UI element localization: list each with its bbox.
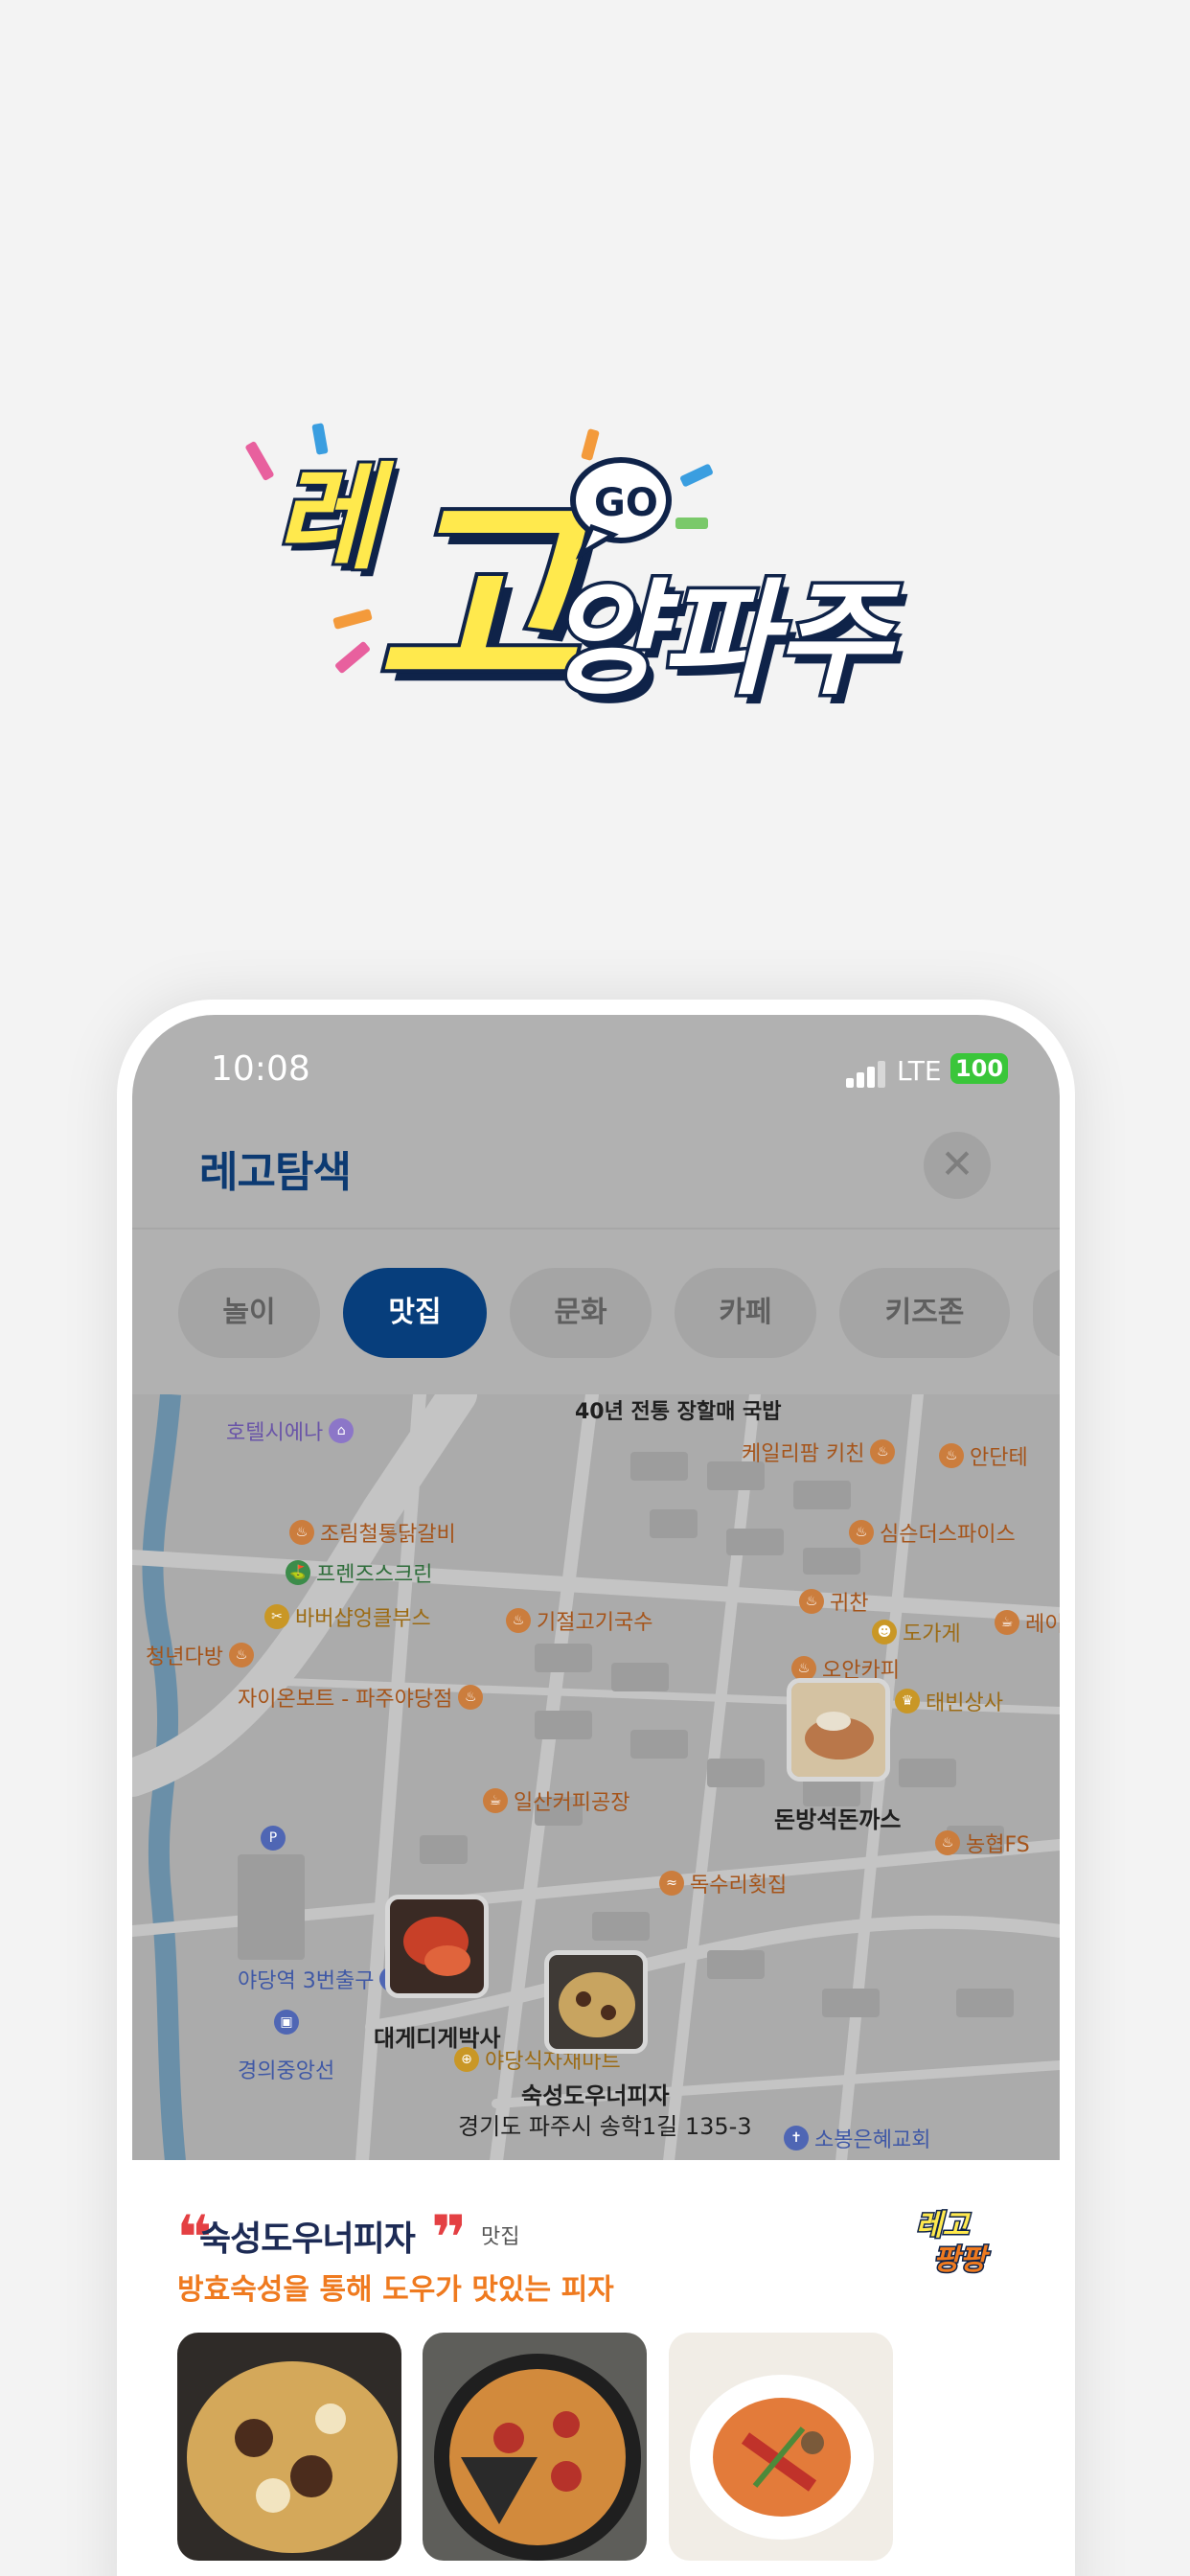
restaurant-icon: ♨ (458, 1685, 484, 1710)
clothing-icon: ♛ (895, 1689, 920, 1714)
restaurant-icon: ♨ (289, 1520, 314, 1545)
cafe-icon: ☕ (483, 1788, 508, 1813)
marker-thumbnail[interactable] (787, 1678, 890, 1782)
svg-text:레고: 레고 (916, 2209, 972, 2242)
mini-logo: 레고 팡팡 (914, 2202, 1010, 2279)
map-poi[interactable]: ♛ 태빈상사 (895, 1686, 1003, 1716)
map-poi[interactable]: ♨ 조림철통닭갈비 (289, 1517, 456, 1548)
barber-icon: ✂ (264, 1604, 289, 1629)
map-poi[interactable]: ♨ 안단테 (939, 1440, 1028, 1471)
place-photo[interactable] (177, 2333, 401, 2561)
golf-icon: ⛳ (286, 1560, 310, 1585)
marker-thumbnail[interactable] (544, 1950, 648, 2054)
logo-graphic: 레 레 고 고 GO 양파주 양파주 (245, 423, 908, 741)
church-icon: ✝ (784, 2126, 809, 2150)
close-icon: ✕ (940, 1140, 974, 1187)
restaurant-icon: ♨ (799, 1589, 824, 1614)
place-detail-sheet: ❝ 숙성도우너피자 ❞ 맛집 방효숙성을 통해 도우가 맛있는 피자 레고 팡팡 (132, 2160, 1060, 2576)
map-poi[interactable]: ☻ 도가게 (872, 1617, 961, 1647)
marker-label[interactable]: 대게디게박사 (374, 2019, 500, 2053)
restaurant-icon: ♨ (935, 1830, 960, 1855)
map-poi[interactable]: ☕ 일산커피공장 (483, 1785, 629, 1816)
hotel-icon: ⌂ (329, 1418, 355, 1443)
map-poi[interactable]: 호텔시에나 ⌂ (226, 1415, 355, 1446)
restaurant-icon: ♨ (849, 1520, 874, 1545)
restaurant-icon: ♨ (506, 1608, 531, 1633)
status-time: 10:08 (211, 1049, 310, 1089)
battery-icon: 100 (950, 1053, 1008, 1084)
tab-cafe[interactable]: 카페 (675, 1268, 816, 1358)
map-poi[interactable]: ♨ 기절고기국수 (506, 1605, 652, 1636)
svg-text:팡팡: 팡팡 (933, 2243, 991, 2277)
app-logo: 레 레 고 고 GO 양파주 양파주 (240, 412, 958, 741)
map-poi[interactable]: 케일리팜 키친 ♨ (742, 1437, 896, 1467)
map-poi[interactable]: ⛳ 프렌즈스크린 (286, 1557, 432, 1588)
logo-text-go: GO (594, 481, 658, 525)
map-poi[interactable]: ✝ 소봉은혜교회 (784, 2123, 930, 2153)
tab-culture[interactable]: 문화 (510, 1268, 652, 1358)
map-poi[interactable]: ♨ 심슨더스파이스 (849, 1517, 1016, 1548)
quote-close-icon: ❞ (431, 2203, 468, 2274)
tab-restaurant[interactable]: 맛집 (343, 1268, 487, 1358)
place-description: 방효숙성을 통해 도우가 맛있는 피자 (177, 2273, 614, 2307)
marker-label[interactable]: 돈방석돈까스 (774, 1801, 901, 1834)
restaurant-icon: ♨ (939, 1443, 964, 1468)
train-icon[interactable]: ▣ (274, 2010, 299, 2035)
parking-icon[interactable]: P (261, 1826, 286, 1851)
place-photo[interactable] (669, 2333, 893, 2561)
marker-thumbnail[interactable] (385, 1895, 489, 1998)
map-poi[interactable]: ♨ 농협FS (935, 1828, 1030, 1858)
place-name: 숙성도우너피자 (199, 2220, 416, 2259)
tab-kidszone[interactable]: 키즈존 (839, 1268, 1010, 1358)
page-title: 레고탐색 (199, 1148, 352, 1197)
marker-address: 경기도 파주시 송학1길 135-3 (458, 2113, 752, 2140)
map-poi[interactable]: ☕ 레이 (995, 1607, 1060, 1638)
phone-screen: 10:08 LTE 100 레고탐색 ✕ 놀이 맛집 문화 카페 키즈존 40년… (132, 1015, 1060, 2576)
network-label: LTE (897, 1055, 942, 1087)
signal-icon (846, 1061, 885, 1088)
marker-label[interactable]: 숙성도우너피자 (521, 2077, 670, 2110)
cafe-icon: ☕ (995, 1610, 1019, 1635)
map-poi[interactable]: 야당역 3번출구▣ (238, 1964, 405, 1994)
map-view[interactable]: 40년 전통 장할매 국밥 호텔시에나 ⌂ 케일리팜 키친 ♨ ♨ 안단테 ♨ 조림철통… (132, 1394, 1060, 2161)
restaurant-icon: ♨ (228, 1643, 254, 1668)
map-poi[interactable]: 자이온보트 - 파주야당점 ♨ (238, 1682, 484, 1713)
close-button[interactable]: ✕ (924, 1132, 991, 1199)
tab-play[interactable]: 놀이 (178, 1268, 320, 1358)
map-poi[interactable]: 40년 전통 장할매 국밥 (575, 1394, 782, 1425)
map-poi[interactable]: ✂ 바버샵엉클부스 (264, 1601, 431, 1632)
shop-icon: ☻ (872, 1620, 897, 1644)
map-poi[interactable]: 경의중앙선 (238, 2054, 334, 2084)
restaurant-icon: ♨ (870, 1439, 896, 1464)
place-category: 맛집 (481, 2225, 520, 2249)
logo-text-yangpaju: 양파주 (546, 566, 901, 712)
phone-frame: 10:08 LTE 100 레고탐색 ✕ 놀이 맛집 문화 카페 키즈존 40년… (117, 1000, 1075, 2576)
header-divider (132, 1228, 1060, 1230)
tab-more[interactable] (1033, 1268, 1060, 1358)
place-photo[interactable] (423, 2333, 647, 2561)
top-area: 10:08 LTE 100 레고탐색 ✕ 놀이 맛집 문화 카페 키즈존 40년… (132, 1015, 1060, 2161)
map-poi[interactable]: ♨ 귀찬 (799, 1586, 868, 1617)
seafood-icon: ≈ (659, 1871, 684, 1896)
map-poi[interactable]: ≈ 독수리횟집 (659, 1868, 787, 1898)
map-poi[interactable]: 청년다방 ♨ (146, 1640, 254, 1670)
